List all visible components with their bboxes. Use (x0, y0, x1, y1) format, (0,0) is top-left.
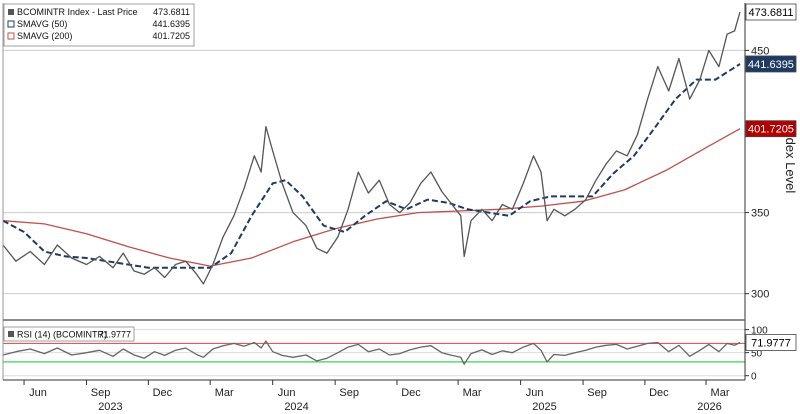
legend-label-rsi: RSI (14) (BCOMINTR) (17, 330, 107, 340)
rsi-value-tags: 71.9777 (745, 334, 797, 351)
x-year-label-2026: 2026 (697, 401, 721, 413)
value-tag-text-401-7205: 401.7205 (748, 124, 794, 136)
value-tag-473-6811: 473.6811 (745, 3, 797, 21)
x-year-label-2023: 2023 (98, 401, 122, 413)
x-tick-label-mar-7: Mar (463, 387, 482, 399)
x-tick-label-jun-4: Jun (278, 387, 296, 399)
x-year-label-2024: 2024 (284, 401, 308, 413)
x-tick-label-dec-6: Dec (401, 387, 421, 399)
x-tick-label-mar-11: Mar (711, 387, 730, 399)
rsi-tick-label-0: 0 (751, 372, 757, 383)
value-tag-441-6395: 441.6395 (745, 55, 797, 73)
legend-swatch-last-price (8, 9, 14, 15)
x-tick-label-mar-3: Mar (215, 387, 234, 399)
commodity-index-chart: 300350450 050100 Jun Sep Dec Mar Jun Sep Dec Ma… (0, 0, 800, 414)
legend-label-smavg200: SMAVG (200) (17, 31, 72, 41)
x-tick-label-dec-2: Dec (153, 387, 173, 399)
rsi-value-tag-71-9777: 71.9777 (745, 334, 797, 351)
legend-label-last-price: BCOMINTR Index - Last Price (17, 7, 138, 17)
legend-value-rsi: 71.9777 (98, 330, 131, 340)
value-tag-text-473-6811: 473.6811 (748, 7, 793, 19)
x-tick-label-sep-9: Sep (587, 387, 607, 399)
legend-value-last-price: 473.6811 (153, 7, 190, 17)
legend-value-smavg200: 401.7205 (152, 31, 190, 41)
main-legend: BCOMINTR Index - Last Price 473.6811 SMA… (3, 3, 195, 47)
main-tick-label-300: 300 (751, 289, 769, 301)
x-tick-label-sep-1: Sep (91, 387, 111, 399)
legend-swatch-rsi (8, 331, 14, 337)
x-year-label-2025: 2025 (532, 401, 556, 413)
x-tick-label-sep-5: Sep (339, 387, 359, 399)
value-tag-401-7205: 401.7205 (745, 120, 797, 138)
x-tick-label-dec-10: Dec (649, 387, 669, 399)
rsi-value-tag-text-71-9777: 71.9777 (751, 338, 791, 350)
rsi-legend: RSI (14) (BCOMINTR) 71.9777 (3, 326, 135, 342)
main-tick-label-350: 350 (751, 208, 769, 220)
legend-label-smavg50: SMAVG (50) (17, 19, 67, 29)
legend-value-smavg50: 441.6395 (152, 19, 190, 29)
x-tick-label-jun-0: Jun (29, 387, 47, 399)
value-tag-text-441-6395: 441.6395 (748, 59, 794, 71)
x-tick-label-jun-8: Jun (526, 387, 544, 399)
